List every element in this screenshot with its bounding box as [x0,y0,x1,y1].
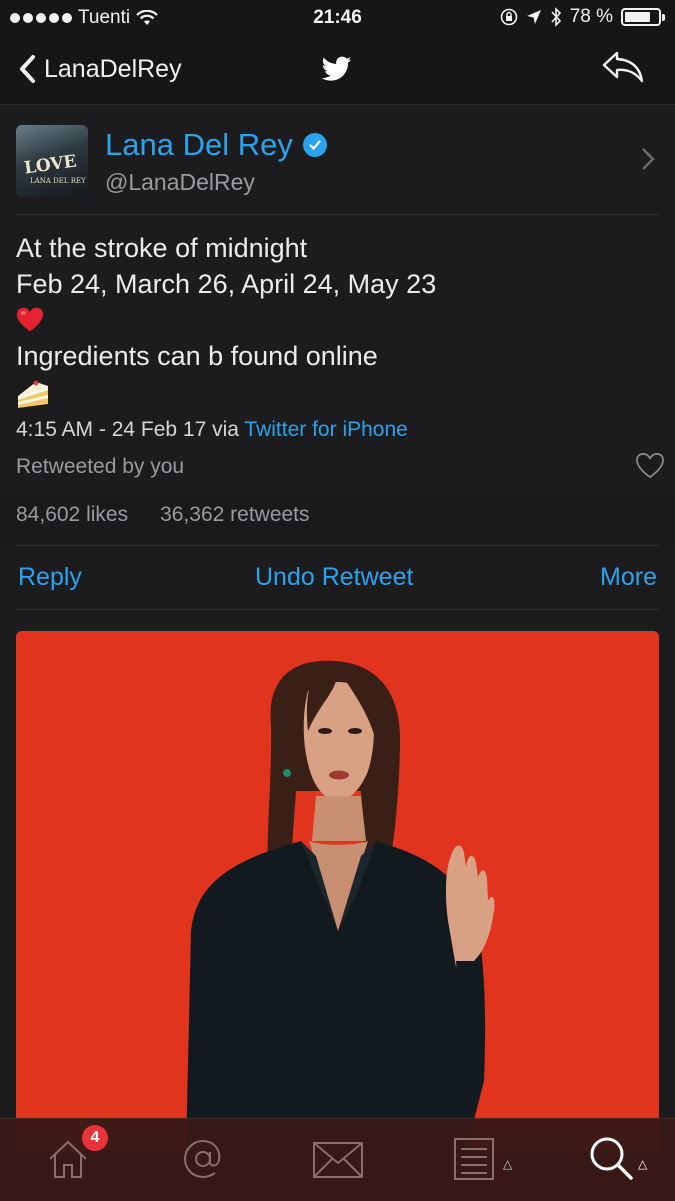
user-handle: @LanaDelRey [105,169,255,195]
messages-icon [313,1142,363,1178]
avatar[interactable]: LOVE LANA DEL REY [16,125,88,197]
reply-arrow-icon[interactable] [601,50,645,89]
retweeted-by: Retweeted by you [16,455,185,478]
cake-emoji [18,380,48,408]
bluetooth-icon [551,7,561,27]
avatar-subtext: LANA DEL REY [30,177,86,185]
cake-emoji-line [16,374,436,410]
lists-icon [454,1138,494,1180]
verified-badge-icon [302,133,327,157]
status-indicators: 78 % [500,6,665,28]
display-name-text: Lana Del Rey [105,127,293,162]
profile-header[interactable]: LOVE LANA DEL REY Lana Del Rey @LanaDelR… [0,105,675,215]
tweet-timestamp: 4:15 AM - 24 Feb 17 via Twitter for iPho… [16,418,408,442]
notification-badge: 4 [82,1125,108,1151]
reply-button[interactable]: Reply [18,563,82,592]
chevron-right-icon[interactable] [641,147,655,176]
tweet-body: At the stroke of midnight Feb 24, March … [16,230,436,410]
mentions-icon [183,1139,221,1179]
tab-search[interactable]: △ [540,1119,675,1201]
display-name[interactable]: Lana Del Rey [105,127,327,163]
tweet-line: At the stroke of midnight [16,233,308,263]
tweet-media-image[interactable] [16,631,659,1151]
status-bar: Tuenti 21:46 78 % [0,0,675,36]
battery-icon [621,8,665,26]
back-button-label: LanaDelRey [44,54,182,83]
heart-emoji [16,307,44,332]
back-button[interactable]: LanaDelRey [18,54,182,84]
tweet-line: Feb 24, March 26, April 24, May 23 [16,269,437,299]
tab-lists[interactable]: △ [405,1119,540,1201]
tab-messages[interactable] [270,1119,405,1201]
tab-bar: 4 △ △ [0,1118,675,1201]
tweet-stats: 84,602 likes 36,362 retweets [16,503,310,527]
via-client-link[interactable]: Twitter for iPhone [244,418,407,441]
chevron-left-icon [20,55,35,83]
undo-retweet-button[interactable]: Undo Retweet [255,563,413,592]
twitter-bird-icon [321,56,352,87]
search-icon [590,1137,633,1180]
like-heart-icon[interactable] [635,452,665,485]
more-button[interactable]: More [600,563,657,592]
likes-count[interactable]: 84,602 likes [16,503,128,527]
location-arrow-icon [526,10,541,24]
photo-portrait [16,631,659,1151]
divider [16,214,659,215]
retweets-count[interactable]: 36,362 retweets [160,503,309,527]
heart-emoji-line [16,302,436,338]
dropdown-triangle-icon: △ [638,1157,648,1171]
tab-mentions[interactable] [135,1119,270,1201]
tweet-line: Ingredients can b found online [16,341,378,371]
orientation-lock-icon [500,8,517,26]
dropdown-triangle-icon: △ [503,1157,513,1171]
avatar-text: LOVE [22,151,78,179]
tweet-actions: Reply Undo Retweet More [0,545,675,609]
tab-home[interactable]: 4 [0,1119,135,1201]
battery-percent: 78 % [569,6,613,27]
battery-level [625,12,650,22]
timestamp-text: 4:15 AM - 24 Feb 17 via [16,418,245,441]
navigation-bar: LanaDelRey [0,36,675,105]
divider [16,609,659,610]
